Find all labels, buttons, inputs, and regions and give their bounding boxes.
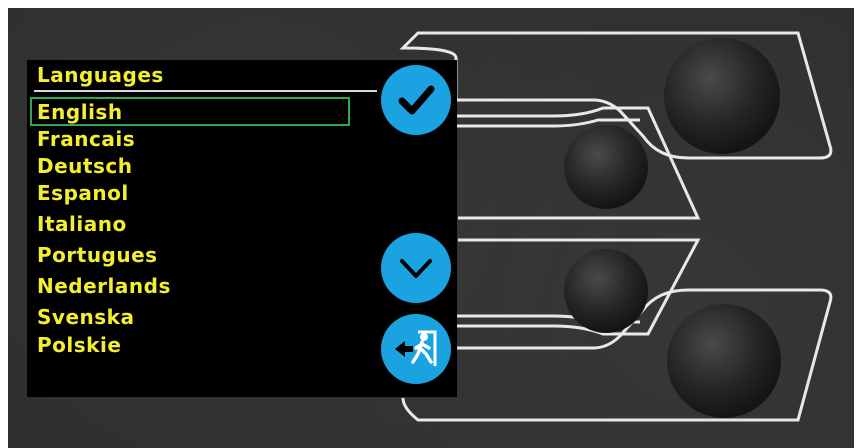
- language-item-deutsch[interactable]: Deutsch: [37, 154, 132, 178]
- language-item-francais[interactable]: Francais: [37, 127, 135, 151]
- checkmark-icon: [398, 85, 435, 115]
- scroll-down-button[interactable]: [381, 233, 451, 303]
- confirm-button[interactable]: [381, 65, 451, 135]
- language-item-nederlands[interactable]: Nederlands: [37, 274, 171, 298]
- screen-title: Languages: [37, 63, 164, 87]
- title-divider: [34, 90, 377, 92]
- language-item-italiano[interactable]: Italiano: [37, 212, 127, 236]
- exit-running-man-icon: [395, 330, 437, 366]
- language-item-polskie[interactable]: Polskie: [37, 333, 121, 357]
- hardware-knob-top-small[interactable]: [564, 125, 648, 209]
- language-item-portugues[interactable]: Portugues: [37, 243, 158, 267]
- language-item-svenska[interactable]: Svenska: [37, 305, 134, 329]
- hardware-knob-bottom-small[interactable]: [564, 249, 648, 333]
- exit-button[interactable]: [381, 314, 451, 384]
- hardware-knob-bottom-large[interactable]: [667, 304, 781, 418]
- chevron-down-icon: [400, 259, 432, 278]
- lcd-screen: Languages English Francais Deutsch Espan…: [27, 60, 457, 397]
- language-item-espanol[interactable]: Espanol: [37, 181, 129, 205]
- hardware-knob-top-large[interactable]: [664, 38, 780, 154]
- language-item-english[interactable]: English: [37, 100, 123, 124]
